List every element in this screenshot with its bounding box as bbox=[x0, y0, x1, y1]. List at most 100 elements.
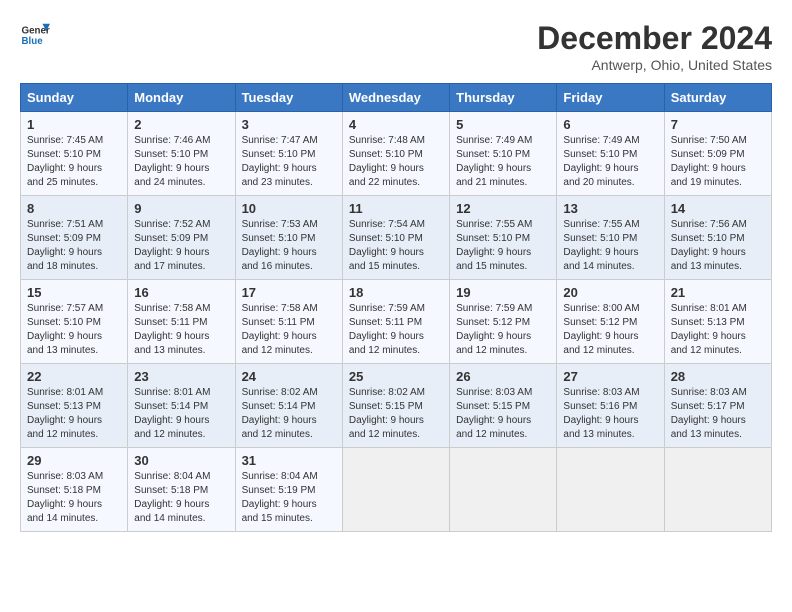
col-header-friday: Friday bbox=[557, 84, 664, 112]
calendar-cell: 22 Sunrise: 8:01 AMSunset: 5:13 PMDayligh… bbox=[21, 364, 128, 448]
day-info: Sunrise: 7:59 AMSunset: 5:12 PMDaylight:… bbox=[456, 302, 550, 358]
location-subtitle: Antwerp, Ohio, United States bbox=[537, 57, 772, 73]
day-info: Sunrise: 8:03 AMSunset: 5:18 PMDaylight:… bbox=[27, 470, 121, 526]
calendar-week-row: 1 Sunrise: 7:45 AMSunset: 5:10 PMDaylight… bbox=[21, 112, 772, 196]
logo: General Blue bbox=[20, 20, 50, 50]
day-info: Sunrise: 8:02 AMSunset: 5:14 PMDaylight:… bbox=[242, 386, 336, 442]
day-info: Sunrise: 7:56 AMSunset: 5:10 PMDaylight:… bbox=[671, 218, 765, 274]
col-header-saturday: Saturday bbox=[664, 84, 771, 112]
day-info: Sunrise: 8:01 AMSunset: 5:13 PMDaylight:… bbox=[27, 386, 121, 442]
day-number: 26 bbox=[456, 369, 550, 384]
calendar-cell: 14Sunrise: 7:56 AMSunset: 5:10 PMDayligh… bbox=[664, 196, 771, 280]
calendar-cell: 12 Sunrise: 7:55 AMSunset: 5:10 PMDayligh… bbox=[450, 196, 557, 280]
calendar-cell: 15 Sunrise: 7:57 AMSunset: 5:10 PMDayligh… bbox=[21, 280, 128, 364]
day-info: Sunrise: 8:03 AMSunset: 5:17 PMDaylight:… bbox=[671, 386, 765, 442]
day-info: Sunrise: 7:50 AMSunset: 5:09 PMDaylight:… bbox=[671, 134, 765, 190]
calendar-header-row: SundayMondayTuesdayWednesdayThursdayFrid… bbox=[21, 84, 772, 112]
calendar-cell: 23 Sunrise: 8:01 AMSunset: 5:14 PMDayligh… bbox=[128, 364, 235, 448]
calendar-cell: 19Sunrise: 7:59 AMSunset: 5:12 PMDayligh… bbox=[450, 280, 557, 364]
calendar-cell: 3 Sunrise: 7:47 AMSunset: 5:10 PMDaylight… bbox=[235, 112, 342, 196]
day-info: Sunrise: 7:46 AMSunset: 5:10 PMDaylight:… bbox=[134, 134, 228, 190]
calendar-cell: 7 Sunrise: 7:50 AMSunset: 5:09 PMDaylight… bbox=[664, 112, 771, 196]
day-number: 2 bbox=[134, 117, 228, 132]
day-info: Sunrise: 7:57 AMSunset: 5:10 PMDaylight:… bbox=[27, 302, 121, 358]
col-header-tuesday: Tuesday bbox=[235, 84, 342, 112]
col-header-thursday: Thursday bbox=[450, 84, 557, 112]
page-header: General Blue December 2024 Antwerp, Ohio… bbox=[20, 20, 772, 73]
day-number: 5 bbox=[456, 117, 550, 132]
day-number: 30 bbox=[134, 453, 228, 468]
day-number: 24 bbox=[242, 369, 336, 384]
calendar-cell: 8Sunrise: 7:51 AMSunset: 5:09 PMDaylight… bbox=[21, 196, 128, 280]
title-block: December 2024 Antwerp, Ohio, United Stat… bbox=[537, 20, 772, 73]
day-number: 7 bbox=[671, 117, 765, 132]
day-number: 17 bbox=[242, 285, 336, 300]
calendar-cell: 28 Sunrise: 8:03 AMSunset: 5:17 PMDayligh… bbox=[664, 364, 771, 448]
day-number: 4 bbox=[349, 117, 443, 132]
calendar-cell: 5 Sunrise: 7:49 AMSunset: 5:10 PMDaylight… bbox=[450, 112, 557, 196]
calendar-week-row: 15 Sunrise: 7:57 AMSunset: 5:10 PMDayligh… bbox=[21, 280, 772, 364]
calendar-cell: 29 Sunrise: 8:03 AMSunset: 5:18 PMDayligh… bbox=[21, 448, 128, 532]
day-info: Sunrise: 7:47 AMSunset: 5:10 PMDaylight:… bbox=[242, 134, 336, 190]
day-info: Sunrise: 7:59 AMSunset: 5:11 PMDaylight:… bbox=[349, 302, 443, 358]
day-number: 29 bbox=[27, 453, 121, 468]
calendar-cell: 1 Sunrise: 7:45 AMSunset: 5:10 PMDaylight… bbox=[21, 112, 128, 196]
calendar-cell: 4 Sunrise: 7:48 AMSunset: 5:10 PMDaylight… bbox=[342, 112, 449, 196]
day-number: 21 bbox=[671, 285, 765, 300]
calendar-cell: 11Sunrise: 7:54 AMSunset: 5:10 PMDayligh… bbox=[342, 196, 449, 280]
day-info: Sunrise: 8:03 AMSunset: 5:16 PMDaylight:… bbox=[563, 386, 657, 442]
day-number: 28 bbox=[671, 369, 765, 384]
calendar-cell: 26 Sunrise: 8:03 AMSunset: 5:15 PMDayligh… bbox=[450, 364, 557, 448]
day-info: Sunrise: 7:49 AMSunset: 5:10 PMDaylight:… bbox=[563, 134, 657, 190]
day-info: Sunrise: 8:00 AMSunset: 5:12 PMDaylight:… bbox=[563, 302, 657, 358]
calendar-cell: 31Sunrise: 8:04 AMSunset: 5:19 PMDayligh… bbox=[235, 448, 342, 532]
day-number: 6 bbox=[563, 117, 657, 132]
calendar-cell: 9 Sunrise: 7:52 AMSunset: 5:09 PMDaylight… bbox=[128, 196, 235, 280]
day-number: 1 bbox=[27, 117, 121, 132]
day-info: Sunrise: 8:01 AMSunset: 5:14 PMDaylight:… bbox=[134, 386, 228, 442]
day-number: 23 bbox=[134, 369, 228, 384]
day-info: Sunrise: 7:49 AMSunset: 5:10 PMDaylight:… bbox=[456, 134, 550, 190]
month-title: December 2024 bbox=[537, 20, 772, 57]
calendar-cell: 27 Sunrise: 8:03 AMSunset: 5:16 PMDayligh… bbox=[557, 364, 664, 448]
day-number: 10 bbox=[242, 201, 336, 216]
calendar-cell: 20Sunrise: 8:00 AMSunset: 5:12 PMDayligh… bbox=[557, 280, 664, 364]
day-number: 12 bbox=[456, 201, 550, 216]
calendar-week-row: 22 Sunrise: 8:01 AMSunset: 5:13 PMDayligh… bbox=[21, 364, 772, 448]
day-number: 13 bbox=[563, 201, 657, 216]
day-number: 25 bbox=[349, 369, 443, 384]
day-info: Sunrise: 7:51 AMSunset: 5:09 PMDaylight:… bbox=[27, 218, 121, 274]
day-info: Sunrise: 7:53 AMSunset: 5:10 PMDaylight:… bbox=[242, 218, 336, 274]
day-number: 31 bbox=[242, 453, 336, 468]
calendar-cell: 10 Sunrise: 7:53 AMSunset: 5:10 PMDayligh… bbox=[235, 196, 342, 280]
day-number: 27 bbox=[563, 369, 657, 384]
day-info: Sunrise: 8:03 AMSunset: 5:15 PMDaylight:… bbox=[456, 386, 550, 442]
calendar-cell bbox=[450, 448, 557, 532]
day-info: Sunrise: 7:48 AMSunset: 5:10 PMDaylight:… bbox=[349, 134, 443, 190]
day-number: 18 bbox=[349, 285, 443, 300]
calendar-cell: 17 Sunrise: 7:58 AMSunset: 5:11 PMDayligh… bbox=[235, 280, 342, 364]
day-info: Sunrise: 8:04 AMSunset: 5:18 PMDaylight:… bbox=[134, 470, 228, 526]
day-info: Sunrise: 7:54 AMSunset: 5:10 PMDaylight:… bbox=[349, 218, 443, 274]
day-number: 9 bbox=[134, 201, 228, 216]
calendar-cell bbox=[664, 448, 771, 532]
col-header-monday: Monday bbox=[128, 84, 235, 112]
day-number: 15 bbox=[27, 285, 121, 300]
logo-icon: General Blue bbox=[20, 20, 50, 50]
day-info: Sunrise: 8:01 AMSunset: 5:13 PMDaylight:… bbox=[671, 302, 765, 358]
calendar-cell: 18 Sunrise: 7:59 AMSunset: 5:11 PMDayligh… bbox=[342, 280, 449, 364]
day-info: Sunrise: 7:55 AMSunset: 5:10 PMDaylight:… bbox=[563, 218, 657, 274]
day-number: 3 bbox=[242, 117, 336, 132]
svg-text:Blue: Blue bbox=[22, 36, 44, 47]
day-number: 22 bbox=[27, 369, 121, 384]
day-info: Sunrise: 7:58 AMSunset: 5:11 PMDaylight:… bbox=[242, 302, 336, 358]
calendar-week-row: 8Sunrise: 7:51 AMSunset: 5:09 PMDaylight… bbox=[21, 196, 772, 280]
day-info: Sunrise: 7:55 AMSunset: 5:10 PMDaylight:… bbox=[456, 218, 550, 274]
day-info: Sunrise: 7:45 AMSunset: 5:10 PMDaylight:… bbox=[27, 134, 121, 190]
day-number: 16 bbox=[134, 285, 228, 300]
calendar-cell: 2 Sunrise: 7:46 AMSunset: 5:10 PMDaylight… bbox=[128, 112, 235, 196]
calendar-cell: 24 Sunrise: 8:02 AMSunset: 5:14 PMDayligh… bbox=[235, 364, 342, 448]
calendar-cell bbox=[342, 448, 449, 532]
day-info: Sunrise: 7:52 AMSunset: 5:09 PMDaylight:… bbox=[134, 218, 228, 274]
calendar-cell bbox=[557, 448, 664, 532]
